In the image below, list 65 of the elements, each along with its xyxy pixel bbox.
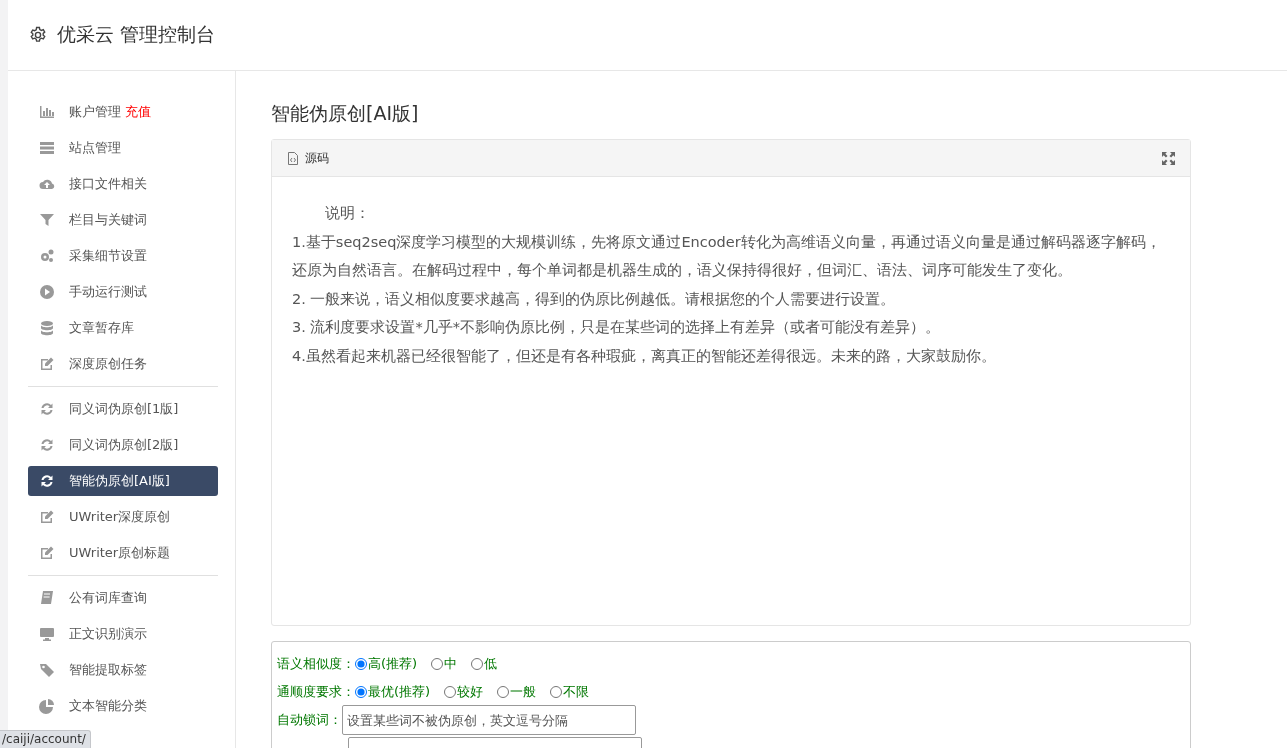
description-paragraph: 1.基于seq2seq深度学习模型的大规模训练，先将原文通过Encoder转化为高维语义向量，再通过语义向量是通过解码器逐字解码，还原为自然语言。在解码过程中，每个单词都是机器生成的，语义保持得很好，但词汇、语法、词序可能发生了变化。 <box>292 232 1162 280</box>
radio-label[interactable]: 不限 <box>563 683 590 701</box>
radio-label[interactable]: 最优(推荐) <box>368 683 431 701</box>
tab-label[interactable]: 源码 <box>305 149 329 167</box>
fullscreen-icon[interactable] <box>1162 151 1175 165</box>
code-file-icon <box>287 151 299 165</box>
radio-button[interactable] <box>355 658 367 670</box>
sidebar-item[interactable]: UWriter深度原创 <box>28 502 218 532</box>
sidebar-item[interactable]: 采集细节设置 <box>28 241 218 271</box>
tag-icon <box>39 662 55 678</box>
description-paragraph: 2. 一般来说，语义相似度要求越高，得到的伪原比例越低。请根据您的个人需要进行设置。 <box>292 289 897 309</box>
page-title: 智能伪原创[AI版] <box>271 101 420 126</box>
radio-button[interactable] <box>497 686 510 698</box>
radio-label[interactable]: 一般 <box>510 683 537 701</box>
radio-button[interactable] <box>444 686 457 698</box>
sidebar-item[interactable]: 文章暂存库 <box>28 313 218 343</box>
sidebar-item[interactable]: 账户管理 充值 <box>28 97 218 127</box>
sync-icon <box>39 437 55 453</box>
input-field[interactable]: 设置某些词不被伪原创，英文逗号分隔 <box>342 705 636 735</box>
option-label: 语义相似度： <box>277 655 355 673</box>
sidebar-item[interactable]: 智能伪原创[AI版] <box>28 466 218 496</box>
monitor-icon <box>39 626 55 642</box>
database-icon <box>39 320 55 336</box>
edit-icon <box>39 356 55 372</box>
option-label: 自动锁词： <box>277 711 342 729</box>
sidebar-item[interactable]: 站点管理 <box>28 133 218 163</box>
pie-chart-icon <box>39 698 55 714</box>
sidebar-item[interactable]: 同义词伪原创[2版] <box>28 430 218 460</box>
sync-icon <box>39 473 55 489</box>
server-icon <box>39 140 55 156</box>
book-icon <box>39 590 55 606</box>
edit-icon <box>39 509 55 525</box>
filter-icon <box>39 212 55 228</box>
radio-label[interactable]: 中 <box>444 655 458 673</box>
sidebar-item[interactable]: UWriter原创标题 <box>28 538 218 568</box>
sidebar-item[interactable]: 深度原创任务 <box>28 349 218 379</box>
sidebar-item[interactable]: 文本智能分类 <box>28 691 218 721</box>
sidebar-label: 账户管理 <box>69 103 121 121</box>
sidebar-item[interactable]: 同义词伪原创[1版] <box>28 394 218 424</box>
radio-button[interactable] <box>550 686 563 698</box>
sidebar-item[interactable]: 公有词库查询 <box>28 583 218 613</box>
description-heading: 说明： <box>324 204 371 223</box>
status-url: /caiji/account/ <box>0 730 91 748</box>
radio-label[interactable]: 高(推荐) <box>368 655 418 673</box>
play-icon <box>39 284 55 300</box>
gears-icon <box>39 248 55 264</box>
option-label: 通顺度要求： <box>277 683 355 701</box>
chart-icon <box>39 104 55 120</box>
sidebar-item[interactable]: 手动运行测试 <box>28 277 218 307</box>
description-paragraph: 3. 流利度要求设置*几乎*不影响伪原比例，只是在某些词的选择上有差异（或者可能没有差异）。 <box>292 318 941 337</box>
radio-button[interactable] <box>471 658 484 670</box>
radio-button[interactable] <box>355 686 367 698</box>
settings-icon <box>29 26 47 44</box>
recharge-link[interactable]: 充值 <box>125 103 151 121</box>
window-title: 优采云 管理控制台 <box>57 22 216 47</box>
edit-icon <box>39 545 55 561</box>
sync-icon <box>39 401 55 417</box>
radio-label[interactable]: 较好 <box>457 683 484 701</box>
radio-button[interactable] <box>431 658 444 670</box>
sidebar-item[interactable]: 智能提取标签 <box>28 655 218 685</box>
sidebar-item[interactable]: 正文识别演示 <box>28 619 218 649</box>
sidebar-item[interactable]: 接口文件相关 <box>28 169 218 199</box>
description-paragraph: 4.虽然看起来机器已经很智能了，但还是有各种瑕疵，离真正的智能还差得很远。未来的路，大家鼓励你。 <box>292 346 997 366</box>
radio-label[interactable]: 低 <box>484 655 498 673</box>
sidebar-item[interactable]: 栏目与关键词 <box>28 205 218 235</box>
